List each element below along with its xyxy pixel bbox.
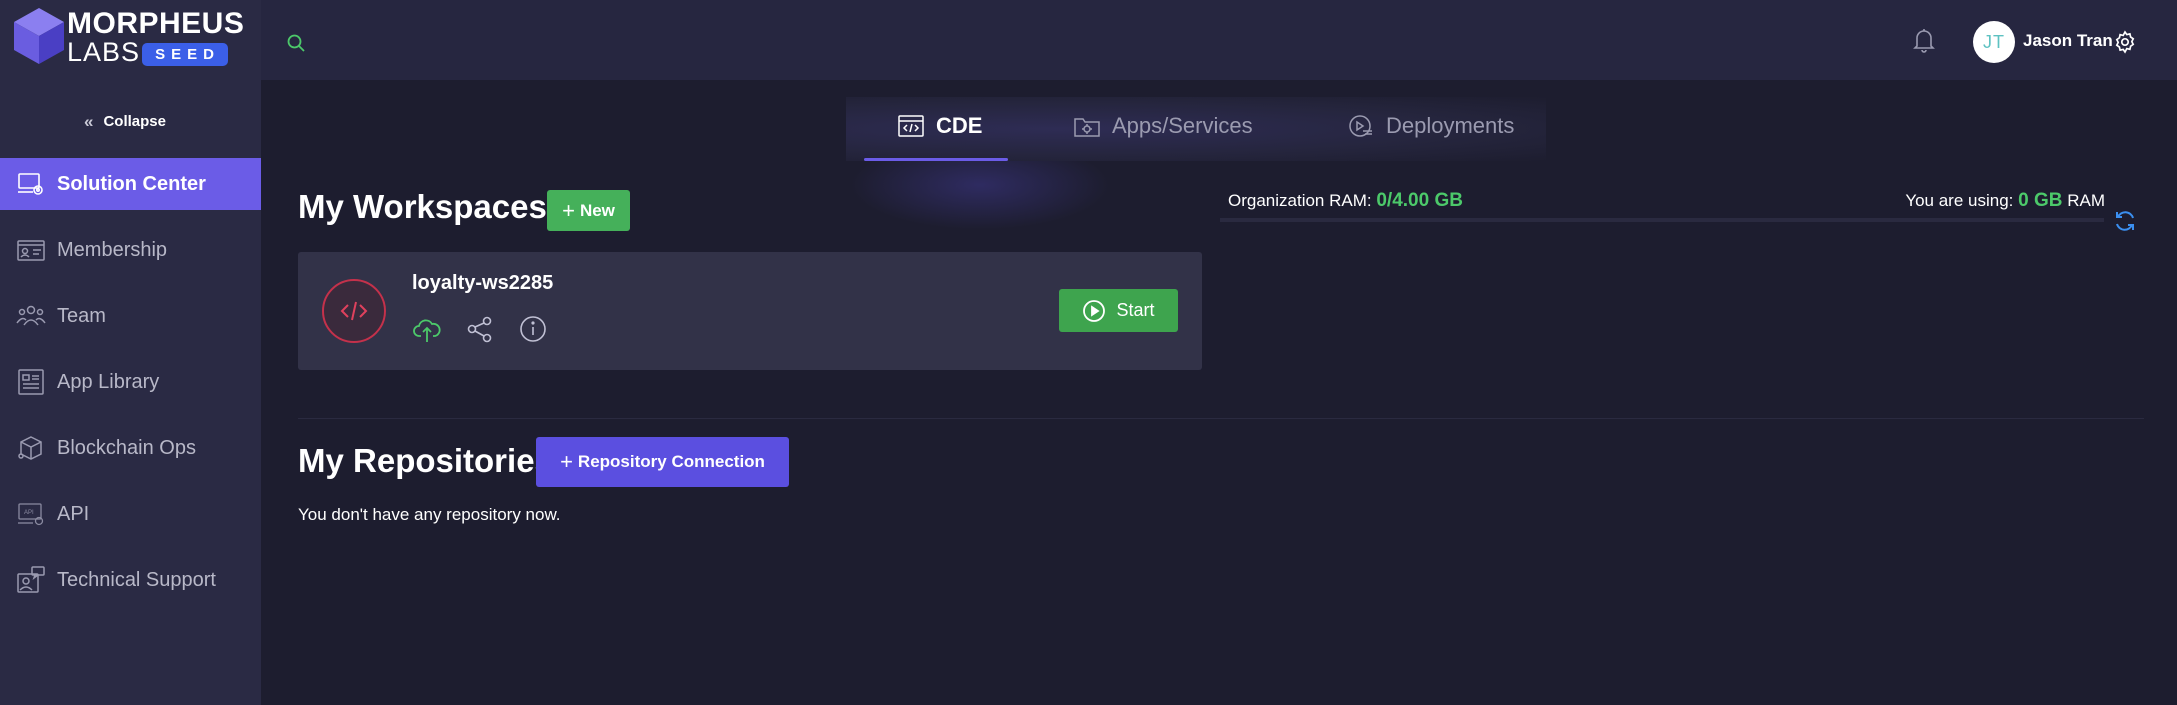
- gear-icon[interactable]: [2113, 30, 2137, 54]
- workspace-name[interactable]: loyalty-ws2285: [412, 272, 553, 295]
- sidebar-item-label: App Library: [57, 370, 160, 393]
- sidebar-item-label: Technical Support: [57, 568, 216, 591]
- new-button-label: New: [579, 200, 615, 220]
- tab-label: CDE: [936, 113, 983, 138]
- top-header: JT Jason Tran: [261, 0, 2177, 80]
- app-library-icon: [16, 367, 46, 397]
- solution-center-icon: [16, 169, 46, 199]
- play-icon: [1083, 299, 1106, 322]
- brand-name-bottom: LABS: [67, 37, 141, 67]
- brand-badge: SEED: [142, 43, 228, 66]
- double-chevron-left-icon: «: [84, 112, 94, 131]
- sidebar-item-team[interactable]: Team: [0, 290, 261, 342]
- using-value: 0 GB: [2018, 190, 2063, 211]
- refresh-icon[interactable]: [2113, 209, 2137, 233]
- repository-connection-button[interactable]: + Repository Connection: [536, 437, 789, 487]
- tab-label: Apps/Services: [1112, 113, 1253, 138]
- new-workspace-button[interactable]: + New: [547, 190, 630, 231]
- code-icon: [322, 279, 386, 343]
- repository-connection-label: Repository Connection: [577, 452, 765, 471]
- empty-repositories-message: You don't have any repository now.: [298, 505, 561, 524]
- search-icon[interactable]: [286, 33, 306, 53]
- sidebar-item-blockchain-ops[interactable]: Blockchain Ops: [0, 422, 261, 474]
- sidebar-item-label: Blockchain Ops: [57, 436, 196, 459]
- brand-logo[interactable]: MORPHEUS LABS SEED: [12, 6, 245, 67]
- sidebar-item-label: API: [57, 502, 90, 525]
- user-name[interactable]: Jason Tran: [2023, 31, 2113, 51]
- blockchain-cube-icon: [16, 433, 46, 463]
- workspaces-title: My Workspaces: [298, 188, 547, 225]
- sidebar-item-membership[interactable]: Membership: [0, 224, 261, 276]
- start-workspace-button[interactable]: Start: [1059, 289, 1178, 332]
- plus-icon: +: [562, 197, 575, 223]
- collapse-label: Collapse: [103, 113, 166, 130]
- bell-icon[interactable]: [1912, 27, 1936, 53]
- sidebar-item-technical-support[interactable]: Technical Support: [0, 554, 261, 606]
- tab-apps-services[interactable]: Apps/Services: [1074, 113, 1253, 139]
- repositories-title: My Repositories: [298, 442, 553, 479]
- using-label: You are using:: [1905, 191, 2014, 210]
- sidebar-item-label: Solution Center: [57, 172, 206, 195]
- sidebar-item-label: Membership: [57, 238, 168, 261]
- main-tabs: CDE Apps/Services Deployments: [846, 97, 1546, 161]
- user-ram: You are using: 0 GB RAM: [1905, 190, 2105, 212]
- section-divider: [298, 418, 2144, 419]
- workspace-card: loyalty-ws2285 Start: [298, 252, 1202, 370]
- plus-icon: +: [560, 449, 573, 474]
- sidebar-item-app-library[interactable]: App Library: [0, 356, 261, 408]
- apps-services-icon: [1074, 118, 1100, 137]
- tab-label: Deployments: [1386, 113, 1515, 138]
- org-ram-label: Organization RAM:: [1228, 191, 1372, 210]
- using-unit: RAM: [2067, 191, 2105, 210]
- collapse-button[interactable]: « Collapse: [84, 113, 166, 130]
- share-icon[interactable]: [465, 314, 495, 344]
- active-tab-indicator: [864, 158, 1008, 161]
- code-window-icon: [898, 115, 924, 137]
- logo-cube-icon: [14, 8, 64, 64]
- team-icon: [16, 301, 46, 331]
- avatar[interactable]: JT: [1973, 21, 2015, 63]
- tab-cde[interactable]: CDE: [898, 113, 982, 139]
- api-icon: API: [16, 499, 46, 529]
- membership-card-icon: [16, 235, 46, 265]
- tab-deployments[interactable]: Deployments: [1348, 113, 1514, 139]
- deployments-icon: [1349, 115, 1372, 137]
- sidebar-item-label: Team: [57, 304, 106, 327]
- technical-support-icon: [16, 565, 46, 595]
- brand-name-top: MORPHEUS: [67, 7, 245, 40]
- ram-progress-bar: [1220, 218, 2104, 222]
- info-icon[interactable]: [518, 314, 548, 344]
- sidebar-item-api[interactable]: API API: [0, 488, 261, 540]
- cloud-upload-icon[interactable]: [412, 314, 442, 344]
- org-ram-value: 0/4.00 GB: [1376, 190, 1463, 211]
- sidebar: MORPHEUS LABS SEED « Collapse Solution C…: [0, 0, 261, 705]
- sidebar-item-solution-center[interactable]: Solution Center: [0, 158, 261, 210]
- organization-ram: Organization RAM: 0/4.00 GB: [1228, 190, 1463, 212]
- start-button-label: Start: [1116, 300, 1155, 320]
- svg-text:API: API: [24, 510, 34, 516]
- sidebar-nav: Solution Center Membership Team App Libr…: [0, 158, 261, 620]
